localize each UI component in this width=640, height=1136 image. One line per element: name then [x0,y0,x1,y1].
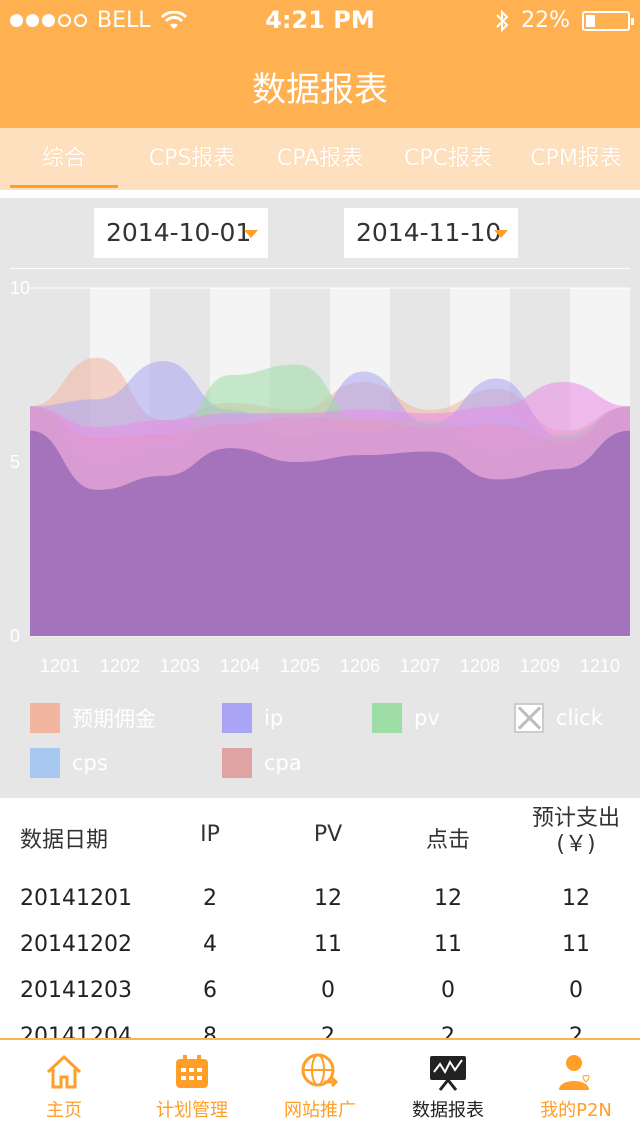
page-title: 数据报表 [252,70,388,110]
calendar-icon [176,1055,208,1088]
cell-click: 2 [441,1024,455,1038]
cell-ip: 8 [203,1024,217,1038]
x-tick-label: 1210 [580,656,620,676]
x-tick-label: 1204 [220,656,260,676]
globe-icon [301,1053,339,1088]
table-row[interactable]: 20141202 4 11 11 11 [0,932,640,978]
column-header-click: 点击 [425,828,470,853]
status-right: 22% [495,8,634,33]
table-row[interactable]: 20141201 2 12 12 12 [0,886,640,932]
battery-icon [582,10,634,31]
cell-pv: 2 [321,1024,335,1038]
legend-item-ip[interactable]: ip [222,703,283,733]
nav-my-p2n[interactable]: 我的P2N [512,1040,640,1136]
data-table: 数据日期 IP PV 点击 预计支出 (￥) 20141201 2 12 12 … [0,798,640,1038]
legend-swatch [372,703,402,733]
y-tick-label: 0 [10,626,20,646]
x-tick-label: 1203 [160,656,200,676]
cell-click: 12 [434,886,462,911]
area-chart: 0 5 10 1201 1202 1203 1204 1205 1206 1207 1208 1209… [10,278,630,676]
end-date-select[interactable]: 2014-11-10 [344,208,518,258]
nav-home[interactable]: 主页 [0,1040,128,1136]
end-date-value: 2014-11-10 [356,218,502,247]
column-header-ip: IP [200,822,220,847]
column-header-expense: 预计支出 (￥) [531,806,620,857]
legend-swatch [30,703,60,733]
cell-expense: 12 [562,886,590,911]
legend-item-pv[interactable]: pv [372,703,440,733]
x-tick-label: 1205 [280,656,320,676]
x-tick-label: 1209 [520,656,560,676]
cell-expense: 11 [562,932,590,957]
y-tick-label: 10 [10,278,30,298]
cell-date: 20141202 [20,932,132,957]
x-tick-label: 1208 [460,656,500,676]
cell-ip: 2 [203,886,217,911]
table-row[interactable]: 20141204 8 2 2 2 [0,1024,640,1038]
legend-item-commission[interactable]: 预期佣金 [30,703,156,733]
disabled-x-icon [514,703,544,733]
cell-expense: 2 [569,1024,583,1038]
legend-item-click[interactable]: click [514,703,603,733]
legend-item-cps[interactable]: cps [30,748,108,778]
y-tick-label: 5 [10,452,20,472]
chart-panel: 2014-10-01 2014-11-10 0 5 10 1201 1202 1203 12… [0,198,640,798]
cell-date: 20141201 [20,886,132,911]
nav-site-promotion[interactable]: 网站推广 [256,1040,384,1136]
dropdown-arrow-icon [494,230,508,238]
tab-cpa[interactable]: CPA报表 [256,128,384,190]
cell-date: 20141204 [20,1024,132,1038]
table-row[interactable]: 20141203 6 0 0 0 [0,978,640,1024]
column-header-pv: PV [313,822,343,847]
tab-cpc[interactable]: CPC报表 [384,128,512,190]
divider [10,268,630,269]
x-tick-label: 1201 [40,656,80,676]
start-date-select[interactable]: 2014-10-01 [94,208,268,258]
cell-pv: 0 [321,978,335,1003]
x-tick-label: 1202 [100,656,140,676]
battery-percent: 22% [521,8,570,33]
app-header: BELL 4:21 PM 22% 数据报表 [0,0,640,128]
dropdown-arrow-icon [244,230,258,238]
legend-swatch [30,748,60,778]
cell-click: 0 [441,978,455,1003]
bluetooth-icon [496,9,509,32]
cell-expense: 0 [569,978,583,1003]
home-icon [46,1054,82,1089]
legend-swatch [222,748,252,778]
x-tick-label: 1207 [400,656,440,676]
tab-summary[interactable]: 综合 [0,128,128,190]
start-date-value: 2014-10-01 [106,218,252,247]
cell-date: 20141203 [20,978,132,1003]
x-tick-label: 1206 [340,656,380,676]
tab-cps[interactable]: CPS报表 [128,128,256,190]
status-bar: BELL 4:21 PM 22% [0,0,640,40]
cell-pv: 11 [314,932,342,957]
legend-swatch [222,703,252,733]
chart-legend: 预期佣金 ip pv click cps cpa [0,698,640,798]
tab-cpm[interactable]: CPM报表 [512,128,640,190]
cell-pv: 12 [314,886,342,911]
cell-ip: 6 [203,978,217,1003]
user-heart-icon [559,1055,590,1090]
nav-plan-management[interactable]: 计划管理 [128,1040,256,1136]
nav-data-report[interactable]: 数据报表 [384,1040,512,1136]
cell-ip: 4 [203,932,217,957]
bottom-nav: 主页 计划管理 网站推广 数据报表 我的P2N [0,1038,640,1136]
cell-click: 11 [434,932,462,957]
legend-item-cpa[interactable]: cpa [222,748,302,778]
column-header-date: 数据日期 [20,828,109,853]
chart-monitor-icon [430,1056,466,1091]
report-tabs: 综合 CPS报表 CPA报表 CPC报表 CPM报表 [0,128,640,190]
